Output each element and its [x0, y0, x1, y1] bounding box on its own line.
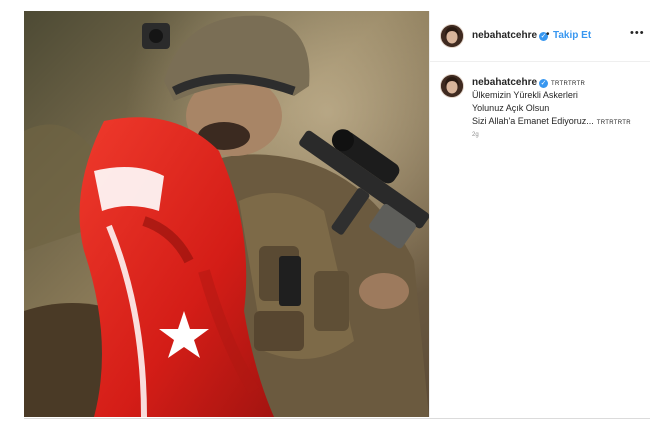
post-photo[interactable]: [24, 11, 429, 417]
caption-tag: TRTRTRTR: [551, 81, 586, 87]
post-sidebar: nebahatcehre ✓ • Takip Et ••• nebahatcehr…: [429, 11, 650, 417]
username-text: nebahatcehre: [472, 30, 538, 41]
separator-dot: •: [546, 29, 550, 40]
post-timestamp: 2g: [472, 132, 479, 138]
caption-username[interactable]: nebahatcehre: [472, 77, 537, 88]
caption-line-1: Ülkemizin Yürekli Askerleri: [472, 90, 578, 100]
soldier-with-turkish-flag-photo: [24, 11, 429, 417]
caption-avatar[interactable]: [441, 75, 463, 97]
caption-verified-badge-icon: ✓: [539, 79, 549, 88]
username-link[interactable]: nebahatcehre ✓: [472, 30, 549, 41]
post-header: nebahatcehre ✓ • Takip Et •••: [430, 11, 650, 62]
caption-end-tag: TRTRTRTR: [596, 120, 631, 126]
caption-line-3-text: Sizi Allah'a Emanet Ediyoruz...: [472, 116, 594, 126]
caption-line-2: Yolunuz Açık Olsun: [472, 103, 550, 113]
caption-line-3: Sizi Allah'a Emanet Ediyoruz... TRTRTRTR: [472, 116, 648, 129]
more-options-icon[interactable]: •••: [630, 28, 645, 39]
follow-button[interactable]: Takip Et: [553, 30, 591, 41]
avatar[interactable]: [441, 25, 463, 47]
caption-body: nebahatcehre ✓ TRTRTRTR Ülkemizin Yürekli …: [472, 77, 648, 138]
caption-header: nebahatcehre ✓ TRTRTRTR: [472, 77, 648, 88]
